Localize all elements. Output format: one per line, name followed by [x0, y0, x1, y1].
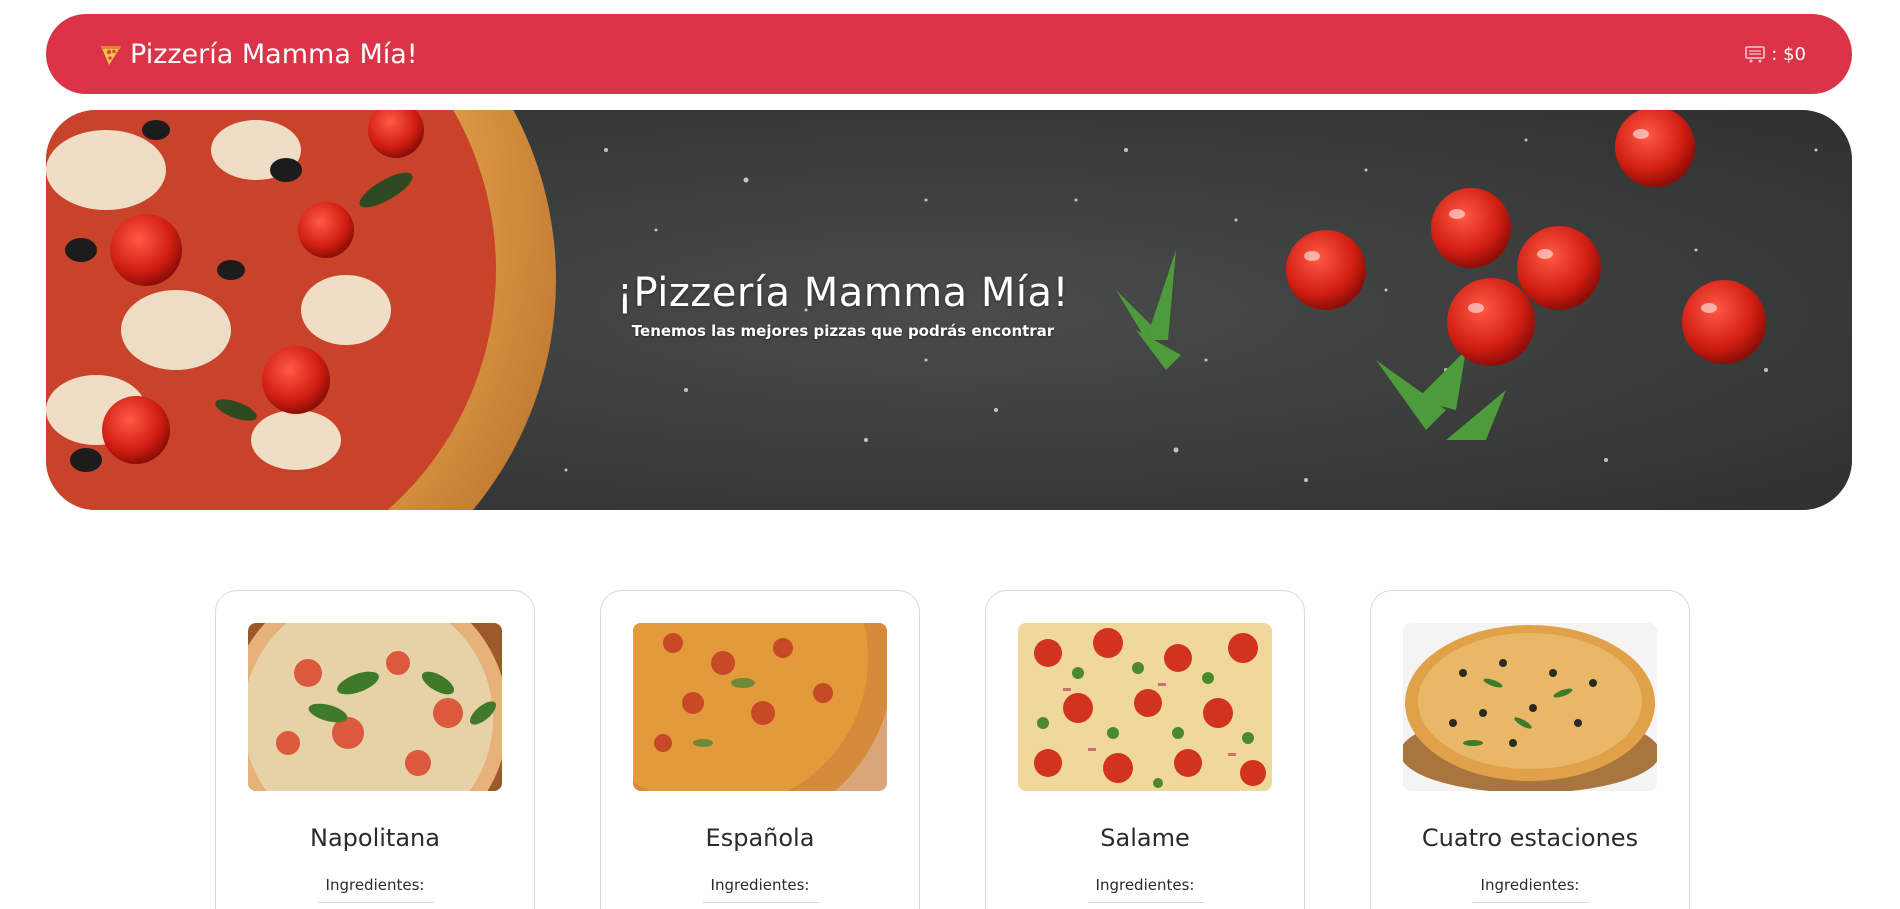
pizza-slice-icon — [101, 46, 121, 65]
pizza-card: Española Ingredientes: — [600, 590, 920, 909]
page: Pizzería Mamma Mía! : $0 ¡Pizzería Mamma… — [0, 0, 1900, 909]
pizza-card: Salame Ingredientes: — [985, 590, 1305, 909]
pizza-image — [1403, 623, 1657, 791]
pizza-name: Cuatro estaciones — [1421, 824, 1639, 852]
cart-icon — [1745, 46, 1766, 63]
divider — [1088, 902, 1204, 903]
ingredients-label: Ingredientes: — [1095, 876, 1195, 894]
divider — [318, 902, 434, 903]
divider — [703, 902, 819, 903]
navbar: Pizzería Mamma Mía! : $0 — [46, 14, 1852, 94]
cart-button[interactable]: : $0 — [1745, 44, 1806, 65]
brand-link[interactable]: Pizzería Mamma Mía! — [98, 39, 418, 70]
pizza-card: Napolitana Ingredientes: — [215, 590, 535, 909]
pizza-card-list: Napolitana Ingredientes: Española Ingred… — [0, 590, 1900, 909]
cart-total: : $0 — [1771, 43, 1806, 65]
pizza-image — [1018, 623, 1272, 791]
pizza-name: Napolitana — [310, 824, 440, 852]
pizza-name: Española — [705, 824, 815, 852]
divider — [1473, 902, 1589, 903]
pizza-image — [633, 623, 887, 791]
ingredients-label: Ingredientes: — [1480, 876, 1580, 894]
ingredients-label: Ingredientes: — [325, 876, 425, 894]
hero-background-image — [46, 110, 1852, 510]
brand-label: Pizzería Mamma Mía! — [130, 38, 418, 70]
pizza-name: Salame — [1100, 824, 1190, 852]
pizza-image — [248, 623, 502, 791]
ingredients-label: Ingredientes: — [710, 876, 810, 894]
pizza-card: Cuatro estaciones Ingredientes: — [1370, 590, 1690, 909]
hero-banner: ¡Pizzería Mamma Mía! Tenemos las mejores… — [46, 110, 1852, 510]
